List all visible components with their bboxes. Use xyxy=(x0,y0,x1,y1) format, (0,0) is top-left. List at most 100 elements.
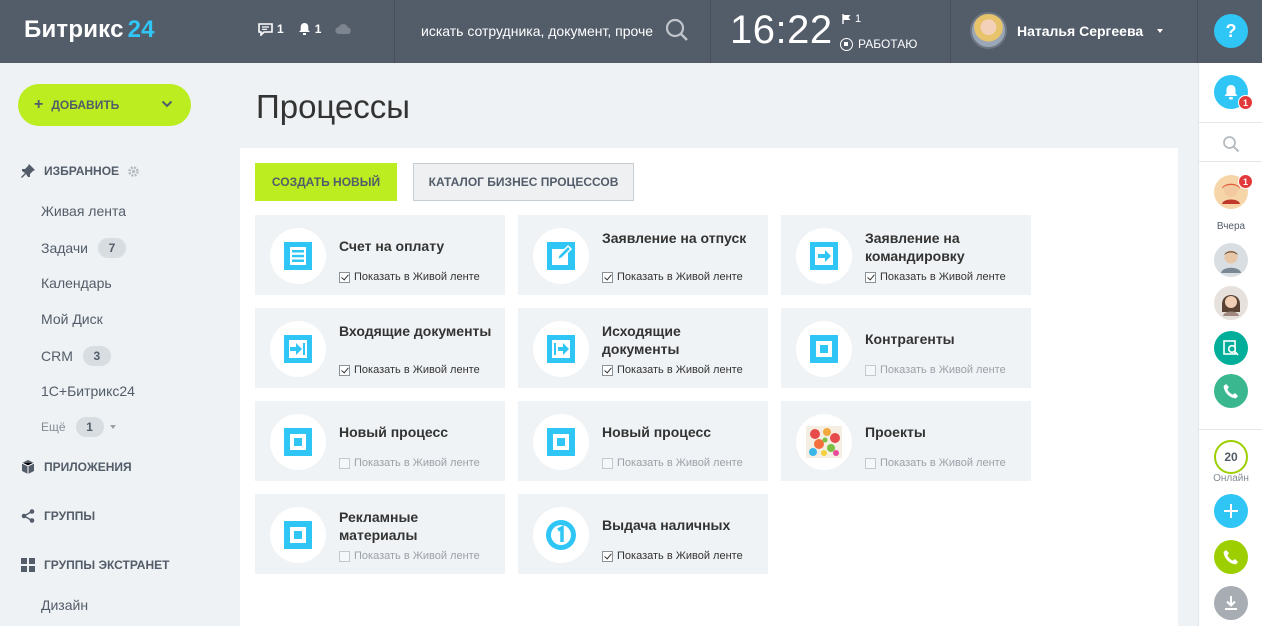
process-icon-wrap xyxy=(270,414,326,470)
process-title[interactable]: Новый процесс xyxy=(602,423,760,441)
online-label: Онлайн xyxy=(1213,473,1249,484)
checkbox-label: Показать в Живой ленте xyxy=(880,457,1006,469)
show-in-feed-checkbox[interactable]: Показать в Живой ленте xyxy=(865,457,1006,469)
work-status-label: РАБОТАЮ xyxy=(858,37,918,51)
favorites-label: ИЗБРАННОЕ xyxy=(44,164,120,178)
apps-section[interactable]: ПРИЛОЖЕНИЯ xyxy=(20,459,132,475)
checkbox[interactable] xyxy=(865,457,876,469)
checkbox[interactable] xyxy=(339,457,350,469)
header-counters: 1 1 xyxy=(258,22,352,36)
process-card-new-2[interactable]: Новый процесс Показать в Живой ленте xyxy=(518,401,768,481)
process-title[interactable]: Рекламные материалы xyxy=(339,508,497,544)
sidebar-item-1c[interactable]: 1С+Битрикс24 xyxy=(41,383,135,399)
phone-button[interactable] xyxy=(1214,540,1248,574)
show-in-feed-checkbox[interactable]: Показать в Живой ленте xyxy=(339,550,480,562)
plus-icon: + xyxy=(34,96,44,113)
process-card-invoice[interactable]: Счет на оплату Показать в Живой ленте xyxy=(255,215,505,295)
process-title[interactable]: Новый процесс xyxy=(339,423,497,441)
checkbox[interactable] xyxy=(865,364,876,376)
process-card-cash[interactable]: Выдача наличных Показать в Живой ленте xyxy=(518,494,768,574)
checkbox[interactable] xyxy=(602,457,613,469)
checkbox[interactable] xyxy=(602,550,613,562)
show-in-feed-checkbox[interactable]: Показать в Живой ленте xyxy=(602,457,743,469)
chat-avatar[interactable] xyxy=(1214,243,1248,277)
process-card-trip[interactable]: Заявление на командировку Показать в Жив… xyxy=(781,215,1031,295)
show-in-feed-checkbox[interactable]: Показать в Живой ленте xyxy=(339,457,480,469)
sidebar-item-calendar[interactable]: Календарь xyxy=(41,275,112,291)
groups-section[interactable]: ГРУППЫ xyxy=(20,508,95,524)
checkbox[interactable] xyxy=(339,550,350,562)
work-status[interactable]: РАБОТАЮ xyxy=(840,37,917,51)
add-button[interactable]: + ДОБАВИТЬ xyxy=(18,84,191,126)
show-in-feed-checkbox[interactable]: Показать в Живой ленте xyxy=(602,364,743,376)
search-icon[interactable] xyxy=(665,18,689,42)
create-new-button[interactable]: СОЗДАТЬ НОВЫЙ xyxy=(255,163,397,201)
projects-image xyxy=(806,426,842,458)
checkbox[interactable] xyxy=(339,364,350,376)
show-in-feed-checkbox[interactable]: Показать в Живой ленте xyxy=(339,271,480,283)
process-title[interactable]: Счет на оплату xyxy=(339,237,497,255)
flag-icon xyxy=(842,14,851,24)
checkbox[interactable] xyxy=(865,271,876,283)
process-title[interactable]: Заявление на отпуск xyxy=(602,229,760,247)
process-card-vacation[interactable]: Заявление на отпуск Показать в Живой лен… xyxy=(518,215,768,295)
notifications-counter[interactable]: 1 xyxy=(298,22,321,36)
chat-avatar[interactable] xyxy=(1214,286,1248,320)
process-title[interactable]: Контрагенты xyxy=(865,330,1023,348)
apps-label: ПРИЛОЖЕНИЯ xyxy=(44,460,132,474)
catalog-button[interactable]: КАТАЛОГ БИЗНЕС ПРОЦЕССОВ xyxy=(413,163,634,201)
checkbox-label: Показать в Живой ленте xyxy=(617,457,743,469)
messages-counter[interactable]: 1 xyxy=(258,22,284,36)
sidebar-item-tasks[interactable]: Задачи 7 xyxy=(41,238,127,258)
recent-label: Вчера xyxy=(1216,221,1246,232)
process-card-outgoing[interactable]: Исходящие документы Показать в Живой лен… xyxy=(518,308,768,388)
process-title[interactable]: Входящие документы xyxy=(339,322,497,340)
gear-icon[interactable] xyxy=(127,165,140,178)
process-card-ad-materials[interactable]: Рекламные материалы Показать в Живой лен… xyxy=(255,494,505,574)
process-title[interactable]: Проекты xyxy=(865,423,1023,441)
clock[interactable]: 16:22 xyxy=(730,8,833,53)
add-chat-button[interactable] xyxy=(1214,494,1248,528)
header-separator xyxy=(1197,0,1198,63)
favorites-section[interactable]: ИЗБРАННОЕ xyxy=(20,163,140,179)
show-in-feed-checkbox[interactable]: Показать в Живой ленте xyxy=(865,364,1006,376)
sidebar-item-label: CRM xyxy=(41,348,73,364)
online-counter[interactable]: 20 xyxy=(1214,440,1248,474)
sidebar-more[interactable]: Ещё 1 xyxy=(41,417,116,437)
process-icon-wrap xyxy=(533,321,589,377)
logo-accent: 24 xyxy=(127,16,155,43)
telephony-search-button[interactable] xyxy=(1214,331,1248,365)
process-card-projects[interactable]: Проекты Показать в Живой ленте xyxy=(781,401,1031,481)
search-icon[interactable] xyxy=(1222,135,1240,153)
download-button[interactable] xyxy=(1214,586,1248,620)
help-button[interactable]: ? xyxy=(1214,14,1248,48)
process-title[interactable]: Заявление на командировку xyxy=(865,229,1023,265)
sidebar-item-design[interactable]: Дизайн xyxy=(41,597,88,613)
top-header: Битрикс24 1 1 16:22 1 РАБОТАЮ Наталья Се… xyxy=(0,0,1262,63)
extranet-section[interactable]: ГРУППЫ ЭКСТРАНЕТ xyxy=(20,557,169,573)
process-card-incoming[interactable]: Входящие документы Показать в Живой лент… xyxy=(255,308,505,388)
process-card-contractors[interactable]: Контрагенты Показать в Живой ленте xyxy=(781,308,1031,388)
cloud-icon[interactable] xyxy=(335,23,352,35)
show-in-feed-checkbox[interactable]: Показать в Живой ленте xyxy=(602,550,743,562)
process-card-new-1[interactable]: Новый процесс Показать в Живой ленте xyxy=(255,401,505,481)
process-title[interactable]: Исходящие документы xyxy=(602,322,760,358)
process-title[interactable]: Выдача наличных xyxy=(602,516,760,534)
logo[interactable]: Битрикс 24 xyxy=(24,16,155,44)
checkbox[interactable] xyxy=(602,364,613,376)
avatar xyxy=(1222,295,1240,316)
user-menu[interactable]: Наталья Сергеева xyxy=(970,12,1164,49)
search-input[interactable] xyxy=(421,19,653,43)
show-in-feed-checkbox[interactable]: Показать в Живой ленте xyxy=(602,271,743,283)
sidebar-item-disk[interactable]: Мой Диск xyxy=(41,311,103,327)
cube-icon xyxy=(21,460,35,474)
show-in-feed-checkbox[interactable]: Показать в Живой ленте xyxy=(339,364,480,376)
flag-counter[interactable]: 1 xyxy=(842,13,861,25)
checkbox[interactable] xyxy=(339,271,350,283)
checkbox[interactable] xyxy=(602,271,613,283)
outgoing-docs-icon xyxy=(547,335,575,363)
call-button[interactable] xyxy=(1214,374,1248,408)
show-in-feed-checkbox[interactable]: Показать в Живой ленте xyxy=(865,271,1006,283)
sidebar-item-crm[interactable]: CRM 3 xyxy=(41,346,111,366)
sidebar-item-feed[interactable]: Живая лента xyxy=(41,203,126,219)
